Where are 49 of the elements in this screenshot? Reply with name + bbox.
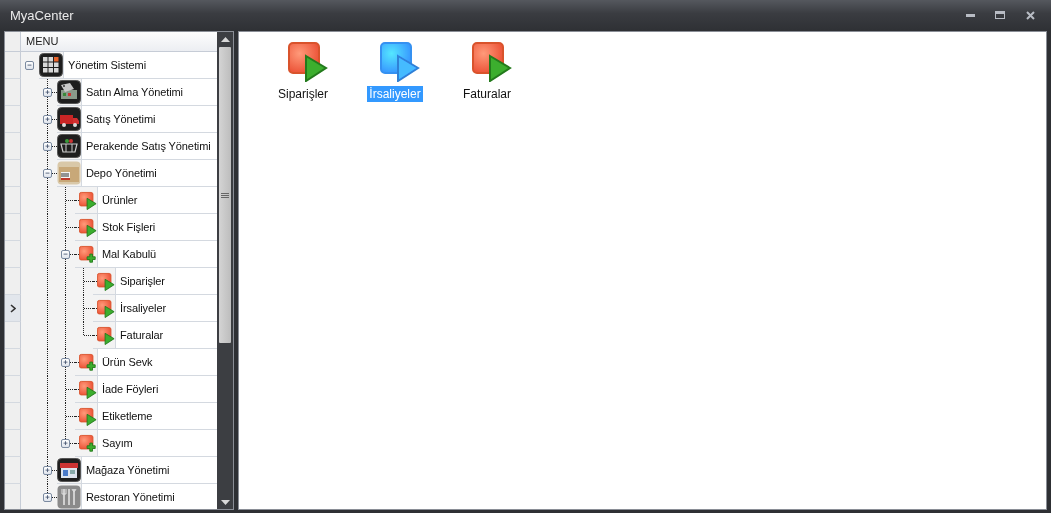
tree-item[interactable]: Stok Fişleri <box>102 221 156 233</box>
shortcut-label[interactable]: Siparişler <box>276 86 330 102</box>
shortcut-label[interactable]: Faturalar <box>461 86 513 102</box>
square-play-icon <box>79 380 97 400</box>
square-play-icon <box>97 299 115 319</box>
expand-icon[interactable] <box>43 493 52 502</box>
tree-item[interactable]: Sayım <box>102 437 133 449</box>
collapse-icon[interactable] <box>43 169 52 178</box>
tree-item[interactable]: Faturalar <box>120 329 164 341</box>
square-play-icon[interactable] <box>472 42 512 82</box>
close-icon <box>1025 10 1035 20</box>
expand-icon[interactable] <box>43 115 52 124</box>
square-play-icon[interactable] <box>380 42 420 82</box>
square-play-icon <box>97 272 115 292</box>
tree-item[interactable]: Satış Yönetimi <box>86 113 156 125</box>
collapse-icon[interactable] <box>61 250 70 259</box>
maximize-icon <box>995 11 1005 19</box>
expand-icon[interactable] <box>43 142 52 151</box>
square-play-icon <box>79 218 97 238</box>
chevron-right-icon <box>9 303 16 313</box>
scrollbar-thumb[interactable] <box>219 47 231 343</box>
expand-icon[interactable] <box>43 466 52 475</box>
square-play-icon <box>97 326 115 346</box>
expand-icon[interactable] <box>61 358 70 367</box>
collapse-icon[interactable] <box>25 61 34 70</box>
square-play-icon[interactable] <box>288 42 328 82</box>
square-plus-icon <box>79 245 97 265</box>
tree-item[interactable]: İade Föyleri <box>102 383 159 395</box>
tree-item[interactable]: Ürünler <box>102 194 138 206</box>
minimize-icon <box>965 13 975 17</box>
expand-icon[interactable] <box>43 88 52 97</box>
tree-item[interactable]: Siparişler <box>120 275 165 287</box>
square-play-icon <box>79 191 97 211</box>
square-plus-icon <box>79 353 97 373</box>
tree-item[interactable]: Depo Yönetimi <box>86 167 157 179</box>
expand-icon[interactable] <box>61 439 70 448</box>
tree-item[interactable]: İrsaliyeler <box>120 302 166 314</box>
square-plus-icon <box>79 434 97 454</box>
scroll-down-icon[interactable] <box>220 499 230 505</box>
scroll-up-icon[interactable] <box>220 36 230 42</box>
window-title: MyaCenter <box>10 7 75 23</box>
grip-icon <box>221 192 229 198</box>
scrollbar[interactable] <box>217 32 233 509</box>
tree-item[interactable]: Ürün Sevk <box>102 356 153 368</box>
tree-item[interactable]: Yönetim Sistemi <box>68 59 146 71</box>
square-play-icon <box>79 407 97 427</box>
column-header: MENU <box>25 34 59 49</box>
tree-item[interactable]: Mal Kabulü <box>102 248 157 260</box>
tree-item[interactable]: Etiketleme <box>102 410 153 422</box>
